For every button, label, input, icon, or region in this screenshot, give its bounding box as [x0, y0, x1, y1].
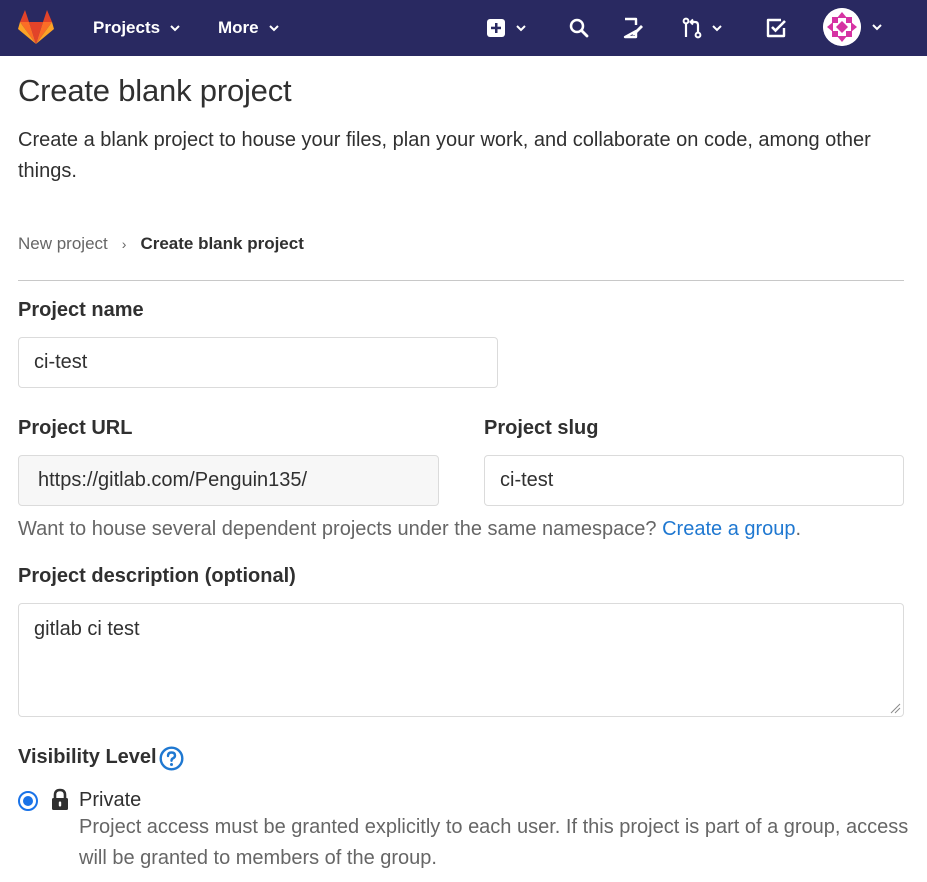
- chevron-down-icon: [516, 25, 526, 32]
- project-description-textarea[interactable]: gitlab ci test: [18, 603, 904, 717]
- nav-projects-dropdown[interactable]: Projects: [93, 0, 181, 56]
- chevron-down-icon: [268, 25, 279, 32]
- search-icon: [569, 18, 589, 38]
- namespace-helper-label: Want to house several dependent projects…: [18, 518, 657, 540]
- new-item-dropdown[interactable]: [486, 14, 527, 42]
- breadcrumb-new-project-link[interactable]: New project: [18, 234, 108, 254]
- page-description: Create a blank project to house your fil…: [18, 129, 871, 182]
- visibility-private-description: Project access must be granted explicitl…: [79, 816, 909, 869]
- top-navbar: Projects More: [0, 0, 927, 56]
- plus-square-icon: [487, 19, 505, 37]
- search-button[interactable]: [569, 14, 589, 42]
- page-title: Create blank project: [18, 73, 292, 108]
- issues-icon: [623, 17, 643, 39]
- project-name-input[interactable]: ci-test: [18, 337, 498, 388]
- resize-grip-icon[interactable]: [889, 702, 901, 714]
- create-group-link[interactable]: Create a group: [662, 518, 795, 540]
- question-circle-icon[interactable]: [159, 746, 184, 771]
- nav-more-dropdown[interactable]: More: [218, 0, 280, 56]
- project-url-label: Project URL: [18, 417, 133, 439]
- visibility-private-radio[interactable]: [18, 791, 38, 811]
- project-name-label: Project name: [18, 299, 144, 321]
- chevron-down-icon[interactable]: [871, 21, 883, 33]
- project-description-value: gitlab ci test: [34, 618, 140, 640]
- issues-button[interactable]: [622, 14, 644, 42]
- breadcrumb-current: Create blank project: [140, 234, 304, 253]
- project-url-field[interactable]: https://gitlab.com/Penguin135/: [18, 455, 439, 506]
- project-slug-label: Project slug: [484, 417, 599, 439]
- nav-more-label: More: [218, 18, 259, 37]
- divider: [18, 280, 904, 281]
- breadcrumb: New project › Create blank project: [18, 234, 304, 254]
- avatar-identicon: [823, 8, 861, 46]
- breadcrumb-separator-icon: ›: [121, 236, 127, 252]
- nav-projects-label: Projects: [93, 18, 161, 37]
- project-description-label: Project description (optional): [18, 565, 296, 587]
- merge-request-icon: [682, 17, 702, 39]
- todos-button[interactable]: [765, 14, 787, 42]
- lock-icon: [52, 788, 68, 810]
- chevron-down-icon: [170, 25, 180, 32]
- merge-requests-dropdown[interactable]: [681, 14, 723, 42]
- user-avatar[interactable]: [823, 8, 861, 46]
- todo-icon: [766, 18, 786, 38]
- visibility-level-label: Visibility Level: [18, 746, 157, 768]
- namespace-helper-text: Want to house several dependent projects…: [18, 518, 801, 541]
- chevron-down-icon: [712, 25, 722, 32]
- gitlab-logo-icon[interactable]: [17, 9, 55, 45]
- project-slug-input[interactable]: ci-test: [484, 455, 904, 506]
- visibility-private-label: Private: [79, 789, 142, 811]
- namespace-helper-suffix: .: [795, 518, 802, 540]
